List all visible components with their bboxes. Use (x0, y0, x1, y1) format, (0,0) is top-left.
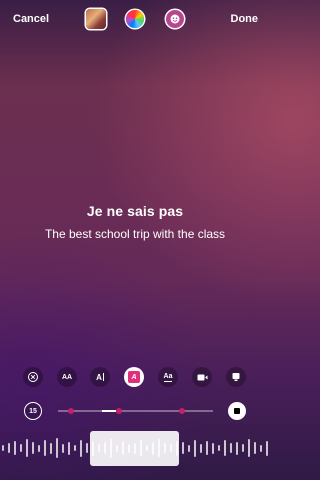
waveform-bar (218, 445, 220, 451)
card-icon[interactable] (226, 367, 246, 387)
clip-selection-window[interactable] (90, 431, 179, 466)
waveform-bar (224, 440, 226, 456)
timeline-marker[interactable] (68, 408, 74, 414)
waveform-bar (86, 443, 88, 453)
waveform-bar (230, 443, 232, 453)
waveform-bar (236, 441, 238, 455)
waveform-bar (242, 444, 244, 452)
waveform-bar (212, 442, 214, 454)
waveform-bar (44, 440, 46, 456)
text-color-icon[interactable]: A (124, 367, 144, 387)
font-size-label: AA (61, 373, 73, 381)
waveform-bar (56, 438, 58, 458)
waveform-bar (26, 439, 28, 457)
waveform-bar (80, 439, 82, 457)
timeline-selection[interactable] (102, 410, 116, 412)
text-color-swatch: A (128, 371, 140, 383)
waveform-bar (254, 442, 256, 454)
text-style-icon[interactable]: A (90, 367, 110, 387)
lyric-subline[interactable]: The best school trip with the class (40, 226, 230, 242)
remove-icon[interactable] (23, 367, 43, 387)
face-sticker-icon[interactable] (166, 10, 184, 28)
waveform-bar (194, 439, 196, 457)
timeline-marker[interactable] (179, 408, 185, 414)
duration-label: 15 (29, 407, 37, 415)
waveform-bar (8, 443, 10, 453)
stop-icon (234, 408, 240, 414)
color-wheel-icon[interactable] (126, 10, 144, 28)
duration-button[interactable]: 15 (24, 402, 42, 420)
waveform-bar (2, 445, 4, 451)
album-art-thumbnail[interactable] (86, 9, 106, 29)
waveform-bar (248, 439, 250, 457)
text-style-label: A (96, 372, 102, 382)
waveform-bar (68, 441, 70, 455)
done-button[interactable]: Done (231, 13, 259, 25)
text-case-icon[interactable]: Aa (158, 367, 178, 387)
waveform-bar (182, 442, 184, 454)
stop-button[interactable] (228, 402, 246, 420)
waveform-bar (50, 442, 52, 454)
lyric-headline[interactable]: Je ne sais pas (0, 203, 270, 219)
waveform-bar (188, 444, 190, 452)
waveform-bar (32, 442, 34, 454)
waveform-bar (20, 444, 22, 452)
waveform-bar (14, 441, 16, 455)
waveform-bar (62, 443, 64, 453)
cancel-button[interactable]: Cancel (13, 13, 49, 25)
cursor-bar (102, 373, 104, 381)
top-bar: Cancel Done (0, 0, 270, 42)
waveform-bar (206, 441, 208, 455)
waveform-bar (266, 440, 268, 456)
text-case-label: Aa (163, 372, 173, 382)
font-size-icon[interactable]: AA (57, 367, 77, 387)
waveform-bar (200, 443, 202, 453)
lyrics-timeline-track[interactable] (58, 408, 213, 414)
timeline-marker[interactable] (116, 408, 122, 414)
waveform-bar (38, 444, 40, 452)
text-color-label: A (131, 373, 137, 381)
waveform-bar (74, 445, 76, 451)
video-icon[interactable] (192, 367, 212, 387)
waveform-bar (260, 444, 262, 452)
